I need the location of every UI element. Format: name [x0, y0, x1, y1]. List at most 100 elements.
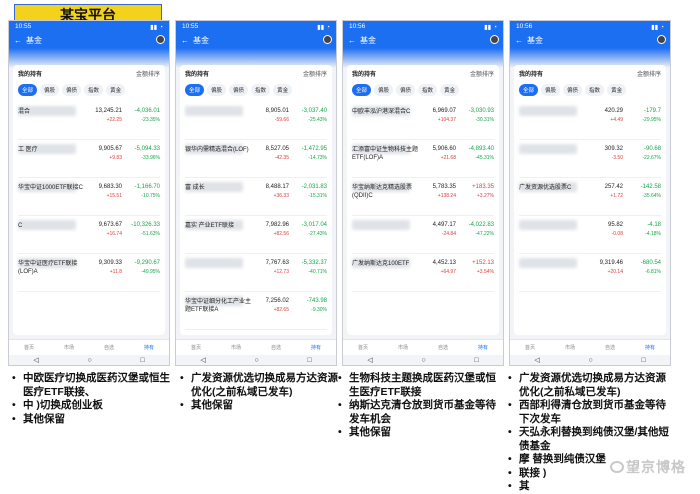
tab-fund-type[interactable]: 全部: [18, 84, 38, 96]
fund-row[interactable]: 富 成长 8,488.17 +36.33 -2,031.83 -15.31%: [185, 178, 327, 216]
tab-fund-type[interactable]: 黄金: [106, 84, 126, 96]
tab-fund-type[interactable]: 偏债: [229, 84, 249, 96]
nav-item[interactable]: 持有: [144, 344, 154, 351]
fund-row[interactable]: 广发资源优选股票C 257.42 +1.72 -142.58 -35.64%: [519, 178, 661, 216]
back-triangle-icon[interactable]: ◁: [367, 356, 372, 364]
sort-dropdown[interactable]: 金额排序: [136, 69, 160, 78]
tab-fund-type[interactable]: 全部: [185, 84, 205, 96]
recents-square-icon[interactable]: □: [474, 357, 478, 364]
tab-fund-type[interactable]: 偏股: [40, 84, 60, 96]
fund-row[interactable]: 华宝纳斯达克精选股票(QDII)C 5,783.35 +138.24 +183.35 +…: [352, 178, 494, 216]
note-item: 其他保留: [336, 426, 504, 440]
home-circle-icon[interactable]: ○: [421, 357, 425, 364]
back-icon[interactable]: ←: [14, 36, 22, 45]
status-icons: ▮▮ ◔: [484, 23, 497, 31]
fund-row[interactable]: 309.32 -3.50 -90.68 -22.67%: [519, 140, 661, 178]
tab-fund-type[interactable]: 偏债: [396, 84, 416, 96]
fund-row[interactable]: 9,319.46 +20.14 -680.54 -6.81%: [519, 254, 661, 292]
back-triangle-icon[interactable]: ◁: [33, 356, 38, 364]
tab-fund-type[interactable]: 偏股: [207, 84, 227, 96]
tab-fund-type[interactable]: 指数: [84, 84, 104, 96]
fund-row[interactable]: 广发纳斯达克100ETF 4,452.13 +64.97 +152.13 +3.54%: [352, 254, 494, 292]
recents-square-icon[interactable]: □: [641, 357, 645, 364]
system-nav-bar: ◁ ○ □: [9, 355, 169, 365]
holdings-card: 我的持有 金额排序 全部 偏股 偏债 指数 黄金 420.29 +4.49 -179.7 -29.9…: [514, 65, 666, 335]
sort-dropdown[interactable]: 金额排序: [470, 69, 494, 78]
fund-row[interactable]: 420.29 +4.49 -179.7 -29.95%: [519, 102, 661, 140]
nav-item[interactable]: 自选: [438, 344, 448, 351]
fund-row[interactable]: 4,497.17 -24.84 -4,022.83 -47.22%: [352, 216, 494, 254]
back-triangle-icon[interactable]: ◁: [200, 356, 205, 364]
tab-fund-type[interactable]: 黄金: [607, 84, 627, 96]
adjustment-notes: 中欧医疗切换成医药汉堡或恒生医疗ETF联接、中 )切换成创业板其他保留: [10, 372, 178, 426]
fund-row[interactable]: 华宝中证医疗ETF联接(LOF)A 9,309.33 +11.8 -9,290.67 -…: [18, 254, 160, 292]
status-time: 10:56: [349, 23, 366, 30]
fund-row[interactable]: 7,767.63 +12.73 -5,332.37 -40.71%: [185, 254, 327, 292]
fund-row[interactable]: 工 医疗 9,905.67 +9.83 -5,094.33 -33.96%: [18, 140, 160, 178]
nav-item[interactable]: 首页: [525, 344, 535, 351]
nav-item[interactable]: 持有: [478, 344, 488, 351]
tab-fund-type[interactable]: 偏债: [563, 84, 583, 96]
nav-item[interactable]: 市场: [231, 344, 241, 351]
sort-dropdown[interactable]: 金额排序: [637, 69, 661, 78]
back-icon[interactable]: ←: [348, 36, 356, 45]
avatar[interactable]: [323, 35, 332, 44]
fund-row[interactable]: 华宝中证细分化工产业主题ETF联接A 7,256.02 +82.65 -743.98 -…: [185, 292, 327, 330]
fund-row[interactable]: C 9,673.67 +16.74 -10,326.33 -51.63%: [18, 216, 160, 254]
nav-item[interactable]: 首页: [191, 344, 201, 351]
fund-row[interactable]: 8,905.01 -59.66 -3,037.40 -25.43%: [185, 102, 327, 140]
tab-fund-type[interactable]: 黄金: [273, 84, 293, 96]
nav-item[interactable]: 首页: [24, 344, 34, 351]
fund-daily-change: +16.74: [106, 231, 122, 237]
avatar[interactable]: [156, 35, 165, 44]
fund-row[interactable]: 嘉实 产业ETF联接 7,982.96 +82.56 -3,017.04 -27.43%: [185, 216, 327, 254]
fund-row[interactable]: 混合 13,245.21 +22.25 -4,036.01 -23.35%: [18, 102, 160, 140]
fund-type-tabs: 全部 偏股 偏债 指数 黄金: [18, 84, 160, 96]
bottom-nav: 首页 市场 自选 持有: [176, 339, 336, 355]
nav-item[interactable]: 持有: [311, 344, 321, 351]
nav-item[interactable]: 市场: [64, 344, 74, 351]
sort-dropdown[interactable]: 金额排序: [303, 69, 327, 78]
fund-total-pct: +3.27%: [476, 193, 494, 199]
fund-daily-change: +4.49: [610, 117, 623, 123]
home-circle-icon[interactable]: ○: [87, 357, 91, 364]
tab-fund-type[interactable]: 偏股: [374, 84, 394, 96]
fund-name: 华宝中证医疗ETF联接(LOF)A: [18, 261, 78, 275]
fund-row[interactable]: 华宝中证1000ETF联接C 9,683.30 +15.51 -1,166.70 -10…: [18, 178, 160, 216]
fund-amount: 13,245.21: [95, 108, 122, 114]
nav-item[interactable]: 市场: [565, 344, 575, 351]
page-title: 基金: [360, 35, 376, 45]
fund-daily-change: +9.83: [109, 155, 122, 161]
tab-fund-type[interactable]: 指数: [418, 84, 438, 96]
nav-item[interactable]: 市场: [398, 344, 408, 351]
home-circle-icon[interactable]: ○: [254, 357, 258, 364]
avatar[interactable]: [490, 35, 499, 44]
recents-square-icon[interactable]: □: [140, 357, 144, 364]
tab-fund-type[interactable]: 偏债: [62, 84, 82, 96]
nav-item[interactable]: 持有: [645, 344, 655, 351]
nav-item[interactable]: 自选: [271, 344, 281, 351]
home-circle-icon[interactable]: ○: [588, 357, 592, 364]
fund-daily-change: -24.84: [441, 231, 456, 237]
tab-fund-type[interactable]: 黄金: [440, 84, 460, 96]
tab-fund-type[interactable]: 指数: [251, 84, 271, 96]
tab-fund-type[interactable]: 偏股: [541, 84, 561, 96]
tab-fund-type[interactable]: 全部: [352, 84, 372, 96]
fund-row[interactable]: 汇添富中证生物科技主题ETF(LOF)A 5,906.60 +21.68 -4,893…: [352, 140, 494, 178]
nav-item[interactable]: 首页: [358, 344, 368, 351]
back-triangle-icon[interactable]: ◁: [534, 356, 539, 364]
back-icon[interactable]: ←: [515, 36, 523, 45]
phone-screenshot: 10:56 ▮▮ ◔ ← 基金 我的持有 金额排序 全部 偏股 偏债 指数 黄金 420.29 +4.4…: [509, 20, 671, 366]
system-nav-bar: ◁ ○ □: [343, 355, 503, 365]
fund-row[interactable]: 银华内需精选混合(LOF) 8,527.05 -42.35 -1,472.95 -14.…: [185, 140, 327, 178]
recents-square-icon[interactable]: □: [307, 357, 311, 364]
tab-fund-type[interactable]: 指数: [585, 84, 605, 96]
fund-row[interactable]: 中欧丰泓沪港深混合C 6,969.07 +104.37 -3,030.93 -30.31…: [352, 102, 494, 140]
nav-item[interactable]: 自选: [104, 344, 114, 351]
fund-total-pl: -4,036.01: [134, 108, 160, 114]
avatar[interactable]: [657, 35, 666, 44]
fund-row[interactable]: 95.82 -0.08 -4.18 -4.18%: [519, 216, 661, 254]
back-icon[interactable]: ←: [181, 36, 189, 45]
nav-item[interactable]: 自选: [605, 344, 615, 351]
tab-fund-type[interactable]: 全部: [519, 84, 539, 96]
